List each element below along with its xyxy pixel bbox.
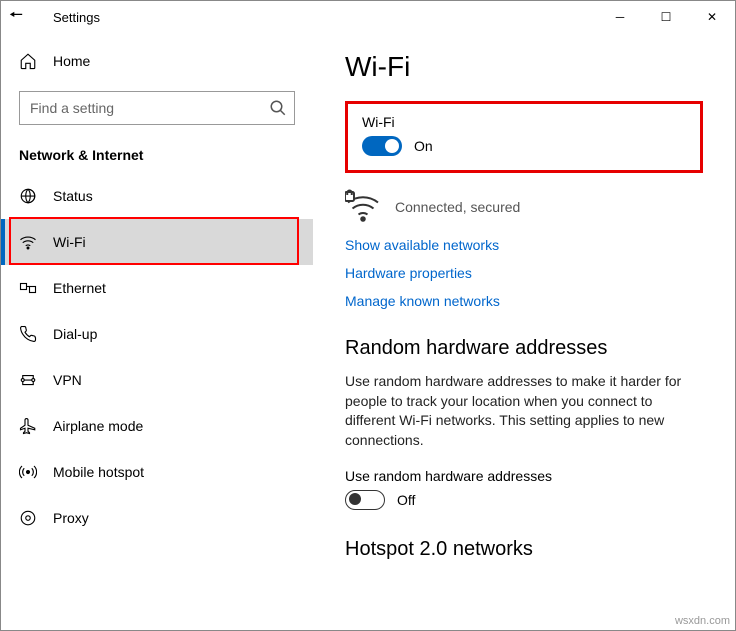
sidebar-item-status[interactable]: Status [1, 173, 313, 219]
sidebar-item-dialup[interactable]: Dial-up [1, 311, 313, 357]
random-hw-toggle-label: Use random hardware addresses [345, 468, 703, 484]
sidebar-item-label: Status [53, 188, 93, 204]
sidebar-item-label: Wi-Fi [53, 234, 86, 250]
wifi-icon [19, 233, 37, 251]
proxy-icon [19, 509, 37, 527]
home-nav[interactable]: Home [1, 41, 313, 81]
sidebar-item-ethernet[interactable]: Ethernet [1, 265, 313, 311]
sidebar-item-label: Airplane mode [53, 418, 143, 434]
wifi-sublabel: Wi-Fi [362, 114, 686, 130]
link-hardware-properties[interactable]: Hardware properties [345, 265, 703, 281]
sidebar-item-label: VPN [53, 372, 82, 388]
home-label: Home [53, 53, 90, 69]
dialup-icon [19, 325, 37, 343]
sidebar-item-label: Mobile hotspot [53, 464, 144, 480]
home-icon [19, 52, 37, 70]
wifi-toggle-section: Wi-Fi On [345, 101, 703, 173]
sidebar-item-wifi[interactable]: Wi-Fi [1, 219, 313, 265]
watermark: wsxdn.com [675, 615, 730, 627]
sidebar-item-hotspot[interactable]: Mobile hotspot [1, 449, 313, 495]
sidebar: Home Network & Internet Status Wi-Fi [1, 33, 313, 630]
status-icon [19, 187, 37, 205]
sidebar-item-airplane[interactable]: Airplane mode [1, 403, 313, 449]
connection-status-text: Connected, secured [395, 189, 520, 215]
wifi-toggle[interactable] [362, 136, 402, 156]
sidebar-item-label: Proxy [53, 510, 89, 526]
hotspot-heading: Hotspot 2.0 networks [345, 538, 703, 561]
category-header: Network & Internet [1, 125, 313, 173]
sidebar-item-label: Ethernet [53, 280, 106, 296]
airplane-icon [19, 417, 37, 435]
search-box[interactable] [19, 91, 295, 125]
link-available-networks[interactable]: Show available networks [345, 237, 703, 253]
window-title: Settings [41, 10, 597, 25]
main-panel: Wi-Fi Wi-Fi On Connected, secured Show a… [313, 33, 735, 630]
vpn-icon [19, 371, 37, 389]
titlebar: 🠔 Settings ─ ☐ ✕ [1, 1, 735, 33]
link-known-networks[interactable]: Manage known networks [345, 293, 703, 309]
sidebar-item-proxy[interactable]: Proxy [1, 495, 313, 541]
random-hw-toggle[interactable] [345, 490, 385, 510]
wifi-secured-icon [345, 189, 381, 225]
back-button[interactable]: 🠔 [9, 4, 41, 31]
close-button[interactable]: ✕ [689, 1, 735, 33]
hotspot-icon [19, 463, 37, 481]
connection-status-row: Connected, secured [345, 189, 703, 225]
random-hw-description: Use random hardware addresses to make it… [345, 372, 703, 450]
search-input[interactable] [19, 91, 295, 125]
random-hw-state: Off [397, 492, 415, 508]
ethernet-icon [19, 279, 37, 297]
sidebar-item-vpn[interactable]: VPN [1, 357, 313, 403]
maximize-button[interactable]: ☐ [643, 1, 689, 33]
wifi-state: On [414, 138, 433, 154]
page-title: Wi-Fi [345, 51, 703, 83]
minimize-button[interactable]: ─ [597, 1, 643, 33]
random-hw-heading: Random hardware addresses [345, 337, 703, 360]
sidebar-item-label: Dial-up [53, 326, 97, 342]
search-icon [269, 99, 287, 117]
